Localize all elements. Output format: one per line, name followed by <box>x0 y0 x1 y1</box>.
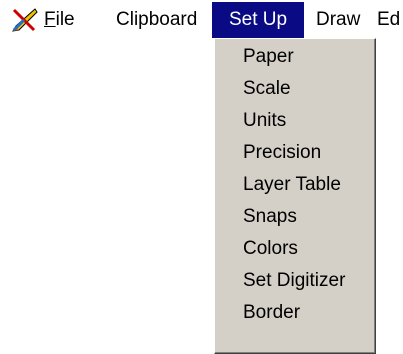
menu-item-layer-table[interactable]: Layer Table <box>243 169 341 201</box>
menu-draw[interactable]: Draw <box>316 4 360 36</box>
menu-clipboard[interactable]: Clipboard <box>116 4 197 36</box>
menu-item-colors[interactable]: Colors <box>243 233 298 265</box>
menu-bar: File Clipboard Set Up Draw Ed <box>0 0 403 40</box>
menu-edit[interactable]: Ed <box>377 4 400 36</box>
menu-item-units[interactable]: Units <box>243 105 286 137</box>
menu-set-up[interactable]: Set Up <box>212 2 304 38</box>
menu-item-precision[interactable]: Precision <box>243 137 321 169</box>
menu-item-set-digitizer[interactable]: Set Digitizer <box>243 265 345 297</box>
drafting-pencil-icon[interactable] <box>10 6 38 34</box>
set-up-dropdown-menu: Paper Scale Units Precision Layer Table … <box>214 38 376 354</box>
menu-file[interactable]: File <box>44 4 75 36</box>
menu-item-scale[interactable]: Scale <box>243 73 291 105</box>
menu-item-paper[interactable]: Paper <box>243 41 294 73</box>
menu-item-border[interactable]: Border <box>243 297 300 329</box>
menu-item-snaps[interactable]: Snaps <box>243 201 297 233</box>
menu-file-rest: ile <box>55 9 75 30</box>
menu-file-mnemonic: F <box>44 9 56 30</box>
